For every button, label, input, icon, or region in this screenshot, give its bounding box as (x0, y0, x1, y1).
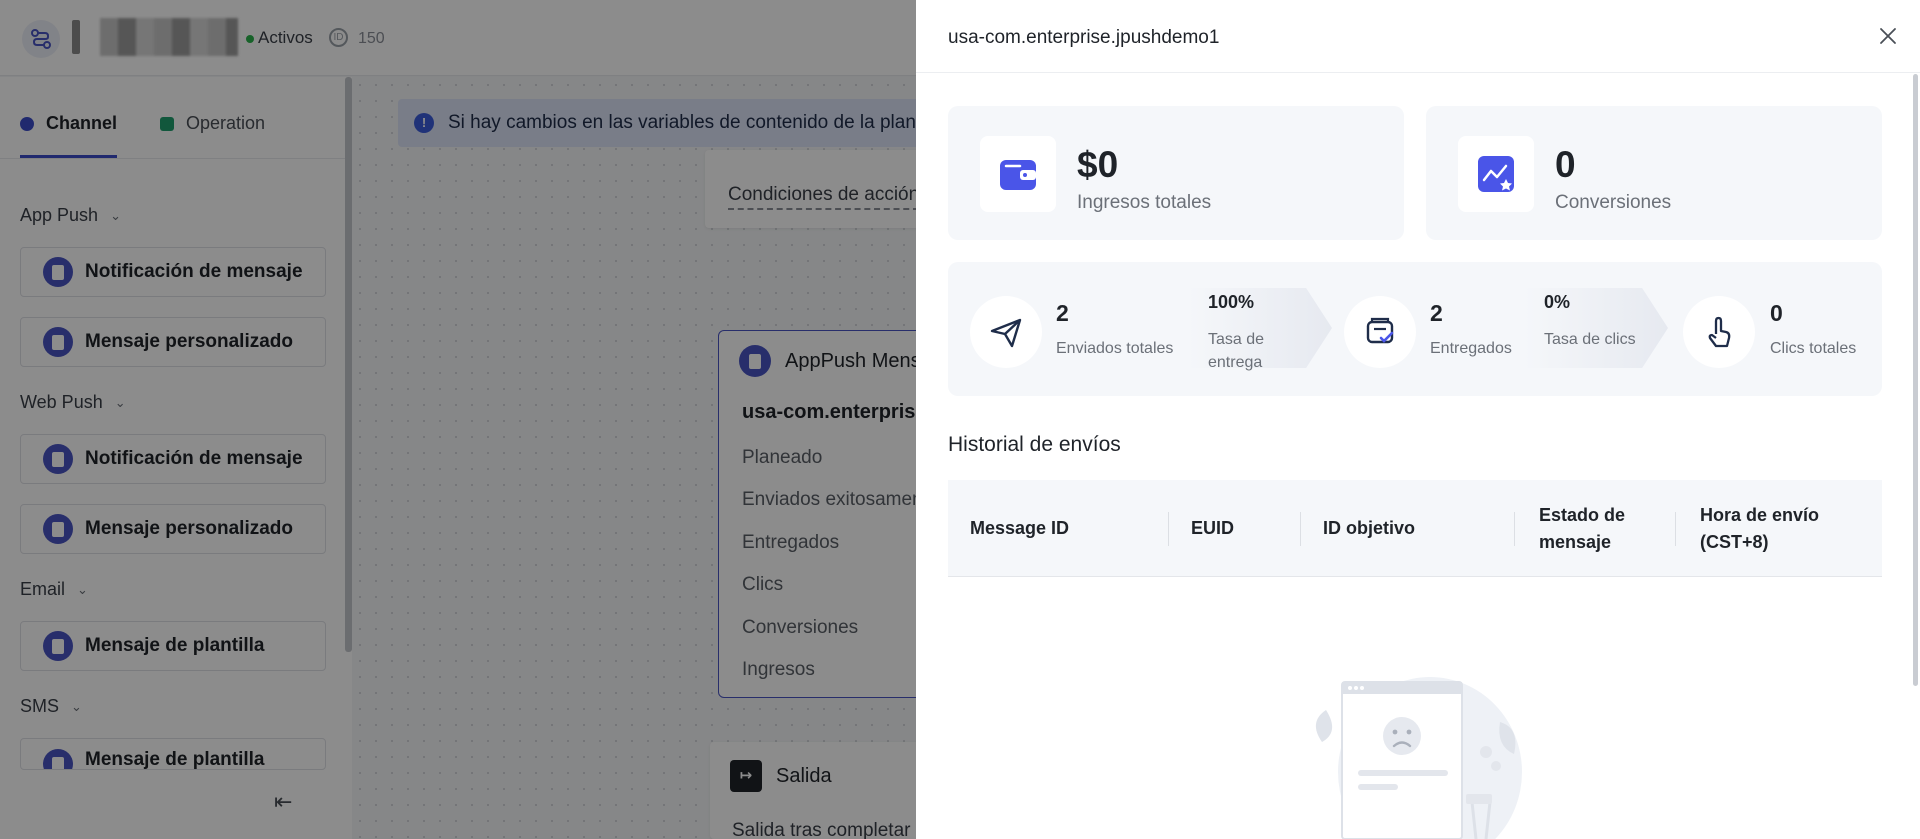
column-header: EUID (1191, 518, 1235, 538)
tap-hand-icon (1683, 296, 1755, 368)
click-rate-label: Tasa de clics (1544, 331, 1636, 348)
history-title: Historial de envíos (948, 433, 1121, 456)
delivery-rate-label: Tasa de entrega (1208, 331, 1265, 371)
clicks-label: Clics totales (1770, 340, 1857, 357)
delivery-funnel: 2 Enviados totales 100% Tasa de entrega … (948, 262, 1882, 396)
drawer-title: usa-com.enterprise.jpushdemo1 (948, 27, 1220, 48)
column-header: Estado de mensaje (1539, 504, 1626, 552)
revenue-card: $0 Ingresos totales (948, 106, 1404, 240)
revenue-label: Ingresos totales (1077, 192, 1212, 213)
column-header: Hora de envío (CST+8) (1700, 504, 1820, 552)
column-divider[interactable] (1514, 512, 1515, 546)
send-plane-icon (970, 296, 1042, 368)
drawer-header: usa-com.enterprise.jpushdemo1 (916, 0, 1920, 73)
wallet-icon (980, 136, 1056, 212)
column-divider[interactable] (1168, 512, 1169, 546)
conversions-card: 0 Conversiones (1426, 106, 1882, 240)
sent-value: 2 (1056, 300, 1069, 326)
column-divider[interactable] (1300, 512, 1301, 546)
history-table-header: Message ID EUID ID objetivo Estado de me… (948, 480, 1882, 577)
revenue-value: $0 (1077, 144, 1119, 185)
close-icon[interactable] (1874, 22, 1902, 50)
conversion-chart-icon (1458, 136, 1534, 212)
delivered-label: Entregados (1430, 340, 1512, 357)
drawer-scrollbar[interactable] (1913, 74, 1918, 686)
delivered-value: 2 (1430, 300, 1443, 326)
clicks-value: 0 (1770, 300, 1783, 326)
click-rate-value: 0% (1544, 292, 1571, 312)
delivered-box-icon (1344, 296, 1416, 368)
column-divider[interactable] (1675, 512, 1676, 546)
conversions-value: 0 (1555, 144, 1576, 185)
empty-state-illustration (1315, 677, 1522, 839)
sent-label: Enviados totales (1056, 340, 1174, 357)
delivery-rate-value: 100% (1208, 292, 1255, 312)
conversions-label: Conversiones (1555, 192, 1672, 213)
column-header: Message ID (970, 518, 1070, 538)
column-header: ID objetivo (1323, 518, 1416, 538)
